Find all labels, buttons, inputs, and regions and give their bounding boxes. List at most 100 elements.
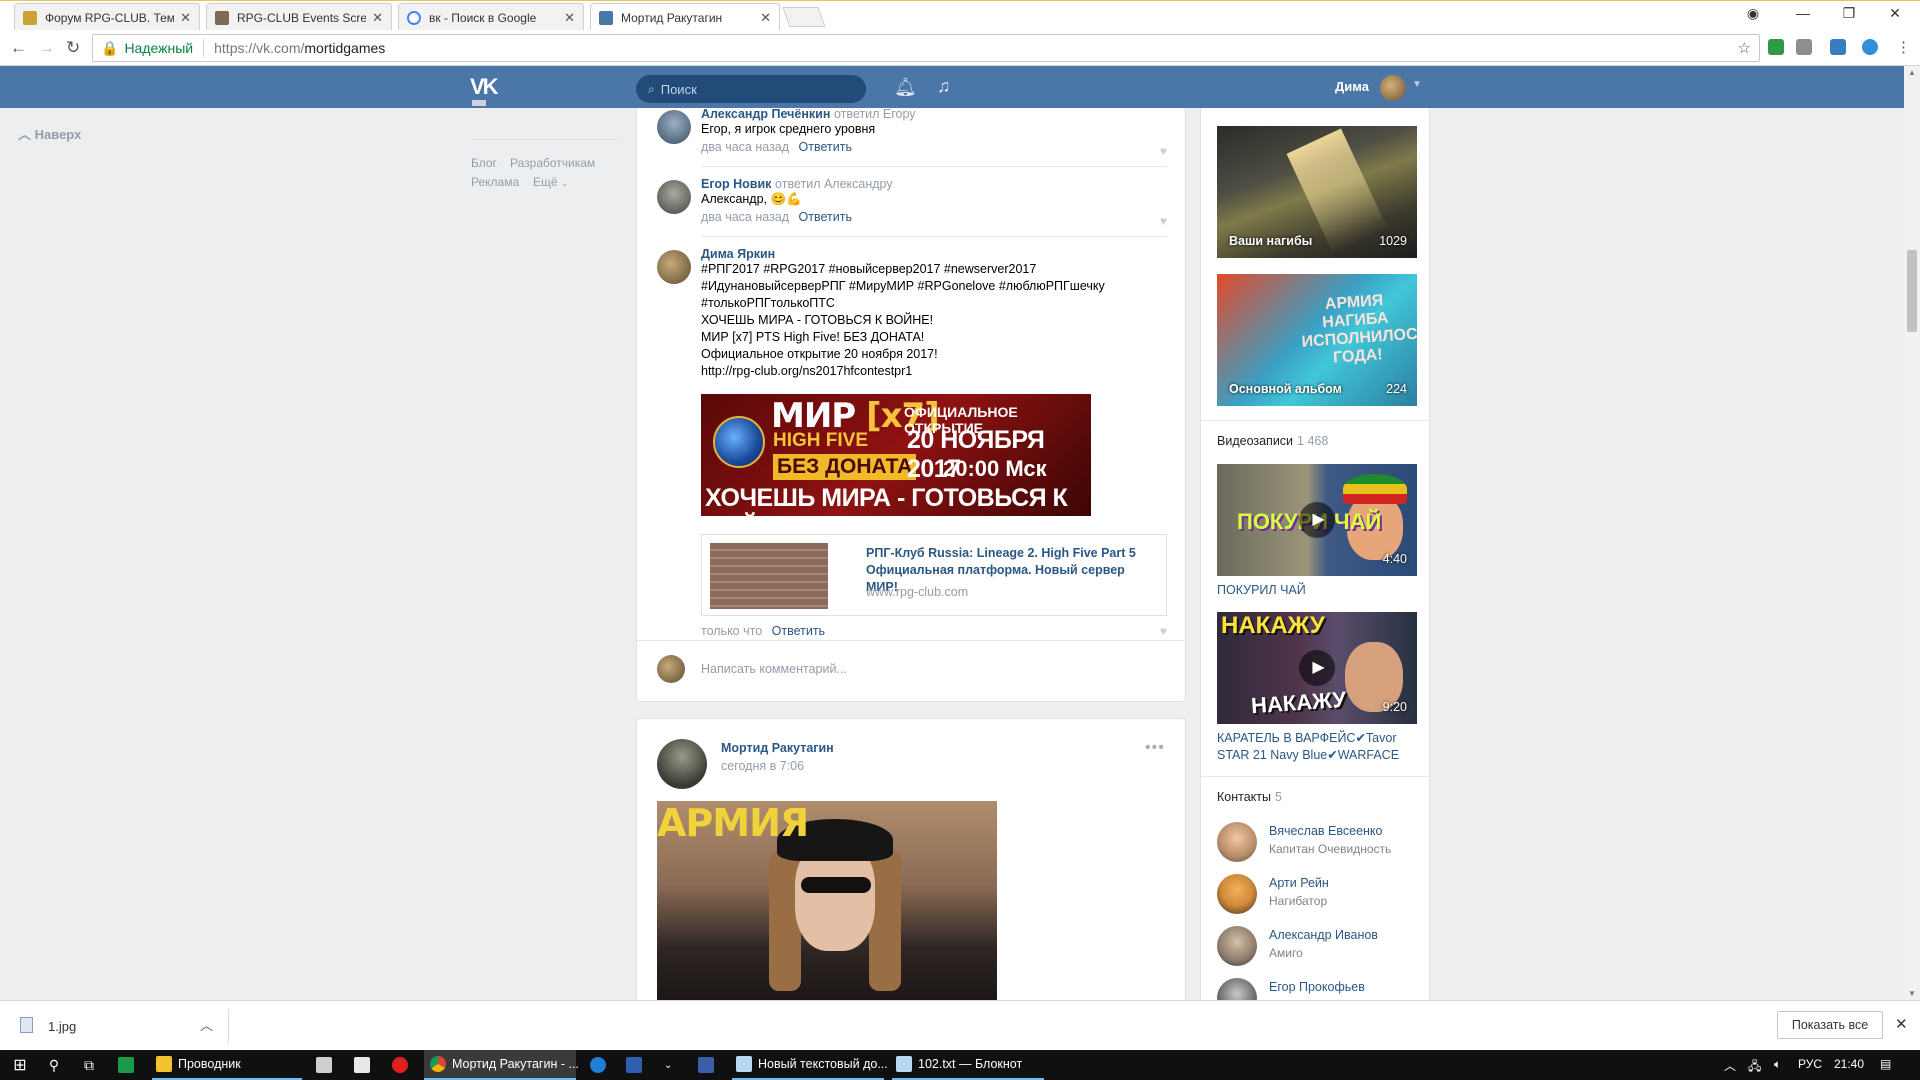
vk-search-input[interactable]: ⌕ Поиск: [636, 75, 866, 103]
scroll-up-arrow-icon[interactable]: ▲: [1908, 68, 1916, 77]
taskbar-item-notepad-102[interactable]: 102.txt — Блокнот: [892, 1050, 1044, 1080]
comment-avatar[interactable]: [657, 110, 691, 144]
contact-avatar[interactable]: [1217, 822, 1257, 862]
videos-header[interactable]: Видеозаписи 1 468: [1217, 434, 1328, 448]
extension-camera-icon[interactable]: [1796, 39, 1812, 55]
contacts-header[interactable]: Контакты 5: [1217, 790, 1282, 804]
volume-icon[interactable]: 🔈︎: [1774, 1057, 1781, 1072]
minimize-button[interactable]: —: [1788, 5, 1818, 21]
vk-logo-icon[interactable]: VK: [470, 74, 504, 100]
reload-icon[interactable]: ↻: [66, 38, 80, 58]
profile-icon[interactable]: ◉: [1738, 5, 1768, 22]
notification-center-icon[interactable]: ▤: [1880, 1057, 1891, 1071]
comment-reply-button[interactable]: Ответить: [799, 140, 852, 154]
write-comment-placeholder[interactable]: Написать комментарий...: [701, 662, 847, 676]
app-blue-icon[interactable]: [698, 1050, 718, 1080]
footer-link-developers[interactable]: Разработчикам: [510, 156, 595, 170]
back-arrow-icon[interactable]: ←: [10, 38, 27, 58]
contact-item[interactable]: Арти Рейн Нагибатор: [1217, 874, 1417, 918]
restore-button[interactable]: ❐: [1834, 5, 1864, 22]
app-green-icon[interactable]: [118, 1050, 138, 1080]
notifications-bell-icon[interactable]: 🔔︎: [894, 77, 917, 98]
like-heart-icon[interactable]: ♥: [1160, 214, 1167, 228]
opera-icon[interactable]: [392, 1050, 412, 1080]
tab-close-icon[interactable]: ✕: [372, 10, 383, 26]
tab-google[interactable]: вк - Поиск в Google ✕: [398, 3, 584, 31]
tab-close-icon[interactable]: ✕: [180, 10, 191, 26]
taskbar-item-explorer[interactable]: Проводник: [152, 1050, 302, 1080]
play-icon[interactable]: ▶: [1299, 650, 1335, 686]
tray-chevron-up-icon[interactable]: ︿: [1724, 1057, 1736, 1074]
tab-close-icon[interactable]: ✕: [760, 10, 771, 26]
hashtags-line[interactable]: #ИдунановыйсерверРПГ #МируМИР #RPGonelov…: [701, 278, 1167, 295]
music-note-icon[interactable]: ♫: [937, 76, 951, 97]
comment-time[interactable]: два часа назад: [701, 140, 789, 154]
contact-name[interactable]: Арти Рейн: [1269, 876, 1329, 890]
comment-avatar[interactable]: [657, 180, 691, 214]
contact-name[interactable]: Егор Прокофьев: [1269, 980, 1365, 994]
address-bar[interactable]: 🔒 Надежный https://vk.com/mortidgames ☆: [92, 34, 1760, 62]
comment-reply-to[interactable]: ответил Егору: [834, 107, 916, 121]
comment-reply-button[interactable]: Ответить: [799, 210, 852, 224]
comment-reply-button[interactable]: Ответить: [772, 624, 825, 638]
windows-start-icon[interactable]: ⊞: [8, 1050, 32, 1080]
header-user-avatar[interactable]: [1380, 75, 1406, 101]
tab-close-icon[interactable]: ✕: [564, 10, 575, 26]
contact-item[interactable]: Вячеслав Евсеенко Капитан Очевидность: [1217, 822, 1417, 866]
post-photo[interactable]: АРМИЯ: [657, 801, 997, 1011]
new-tab-button[interactable]: [782, 7, 826, 27]
scrollbar-thumb[interactable]: [1907, 250, 1917, 332]
search-icon[interactable]: ⚲: [44, 1050, 64, 1080]
comment-time[interactable]: два часа назад: [701, 210, 789, 224]
contact-avatar[interactable]: [1217, 926, 1257, 966]
video-title[interactable]: КАРАТЕЛЬ В ВАРФЕЙС✔Tavor STAR 21 Navy Bl…: [1217, 730, 1417, 764]
post-author[interactable]: Мортид Ракутагин: [721, 741, 834, 755]
chevron-down-icon[interactable]: ▼: [1412, 79, 1422, 90]
save-disk-icon[interactable]: [626, 1050, 646, 1080]
contact-name[interactable]: Вячеслав Евсеенко: [1269, 824, 1383, 838]
network-icon[interactable]: 🖧: [1748, 1057, 1761, 1078]
footer-link-more[interactable]: Ещё ⌄: [533, 175, 568, 189]
comment-author[interactable]: Егор Новик: [701, 177, 771, 191]
footer-link-ads[interactable]: Реклама: [471, 175, 519, 189]
chevron-down-icon[interactable]: ⌄: [664, 1050, 680, 1080]
video-title[interactable]: ПОКУРИЛ ЧАЙ: [1217, 582, 1417, 599]
scroll-to-top-button[interactable]: ︿ Наверх: [18, 124, 81, 143]
comment-avatar[interactable]: [657, 250, 691, 284]
write-comment-box[interactable]: Написать комментарий...: [637, 640, 1185, 700]
play-icon[interactable]: ▶: [1299, 502, 1335, 538]
tab-events[interactable]: RPG-CLUB Events Screen ✕: [206, 3, 392, 31]
chevron-up-icon[interactable]: ︿: [200, 1015, 213, 1034]
post-author-avatar[interactable]: [657, 739, 707, 789]
chrome-menu-icon[interactable]: ⋮: [1896, 38, 1911, 56]
footer-link-blog[interactable]: Блог: [471, 156, 497, 170]
keyboard-language[interactable]: РУС: [1798, 1057, 1822, 1071]
close-window-button[interactable]: ✕: [1880, 5, 1910, 22]
forward-arrow-icon[interactable]: →: [38, 38, 55, 58]
extension-green-icon[interactable]: [1768, 39, 1784, 55]
post-more-menu-icon[interactable]: •••: [1145, 739, 1165, 757]
close-icon[interactable]: ✕: [1895, 1015, 1908, 1033]
taskbar-item-chrome[interactable]: Мортид Ракутагин - ...: [424, 1050, 579, 1080]
video-thumbnail[interactable]: НАКАЖУ НАКАЖУ ▶ 9:20: [1217, 612, 1417, 724]
album-tile[interactable]: АРМИЯ НАГИБА ИСПОЛНИЛОСЬ ГОДА! Основной …: [1217, 274, 1417, 406]
mail-icon[interactable]: [354, 1050, 374, 1080]
extension-shield-icon[interactable]: [1862, 39, 1878, 55]
left-menu-item-goods[interactable]: [470, 100, 620, 108]
video-thumbnail[interactable]: ПОКУРИ ЧАЙ ▶ 4:40: [1217, 464, 1417, 576]
show-all-downloads-button[interactable]: Показать все: [1777, 1011, 1883, 1039]
hashtags-line[interactable]: #РПГ2017 #RPG2017 #новыйсервер2017 #news…: [701, 261, 1167, 278]
extension-blue-icon[interactable]: [1830, 39, 1846, 55]
tab-forum[interactable]: Форум RPG-CLUB. Тема ✕: [14, 3, 200, 31]
like-heart-icon[interactable]: ♥: [1160, 624, 1167, 638]
clock[interactable]: 21:40: [1834, 1057, 1864, 1071]
comment-link[interactable]: http://rpg-club.org/ns2017hfcontestpr1: [701, 363, 1167, 380]
page-scrollbar[interactable]: ▲ ▼: [1904, 66, 1920, 1000]
comment-author[interactable]: Дима Яркин: [701, 247, 775, 261]
comment-author[interactable]: Александр Печёнкин: [701, 107, 830, 121]
download-file-name[interactable]: 1.jpg: [48, 1019, 76, 1034]
hashtags-line[interactable]: #толькоРПГтолькоПТС: [701, 295, 1167, 312]
bookmark-star-icon[interactable]: ☆: [1738, 39, 1751, 57]
post-time[interactable]: сегодня в 7:06: [721, 759, 804, 773]
promo-banner-image[interactable]: МИР [x7] HIGH FIVE БЕЗ ДОНАТА ОФИЦИАЛЬНО…: [701, 394, 1091, 516]
